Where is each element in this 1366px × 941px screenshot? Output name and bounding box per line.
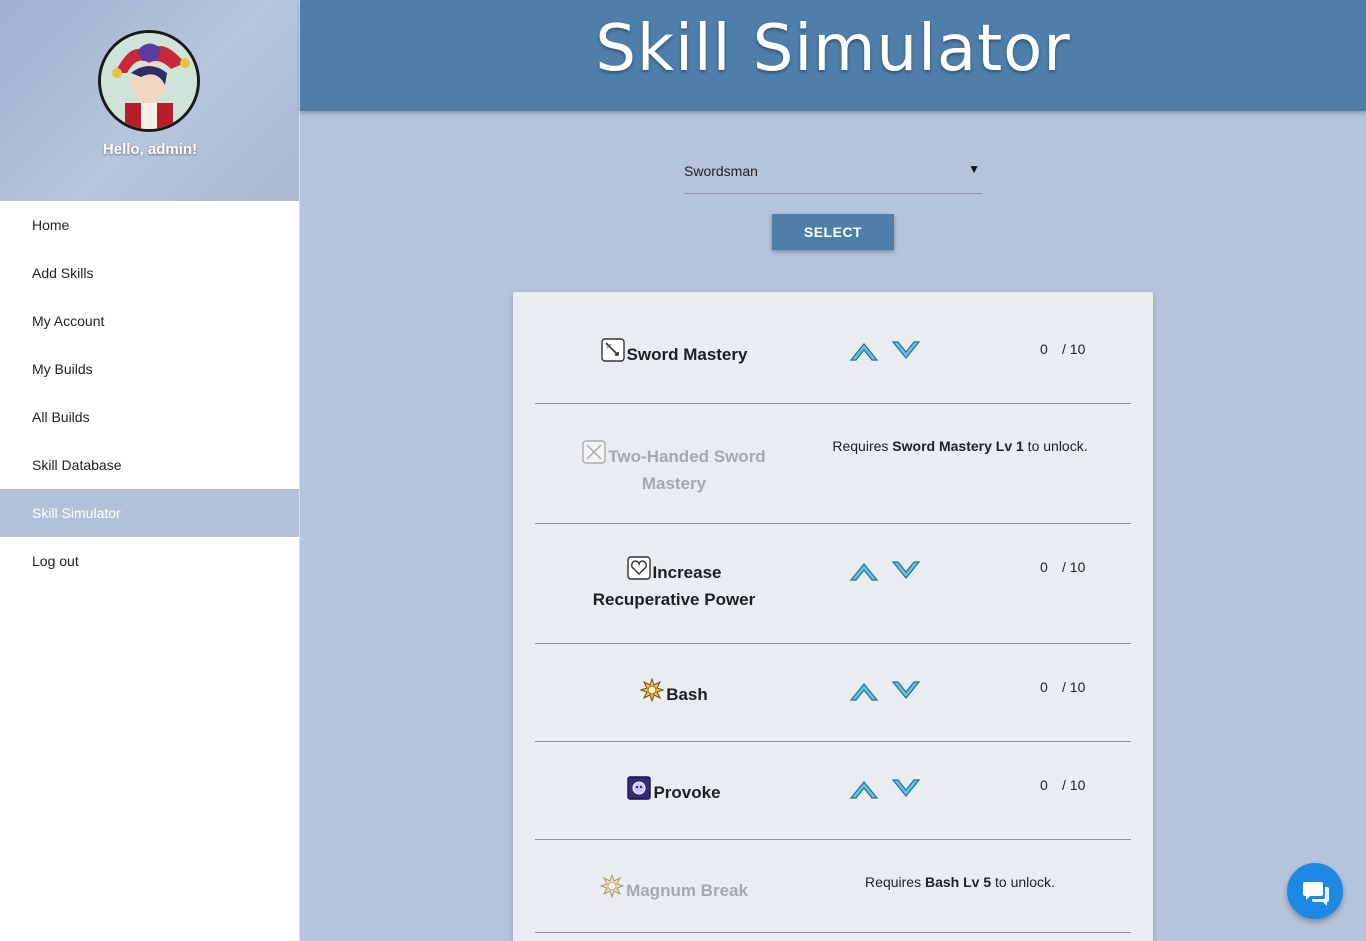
- level-controls: [849, 336, 925, 366]
- skill-name: Bash: [551, 678, 797, 708]
- sidebar-item-skill-simulator[interactable]: Skill Simulator: [0, 489, 299, 537]
- sidebar-item-skill-database[interactable]: Skill Database: [0, 441, 299, 489]
- level-up-arrow-icon[interactable]: [849, 676, 879, 706]
- level-controls: [849, 774, 925, 804]
- skill-row: Bash 0 / 10: [535, 644, 1131, 742]
- skill-level-max: / 10: [1062, 679, 1086, 695]
- skill-level-current: 0: [1040, 679, 1048, 695]
- skill-level-current: 0: [1040, 341, 1048, 357]
- level-controls: [849, 556, 925, 586]
- sidebar-item-my-builds[interactable]: My Builds: [0, 345, 299, 393]
- profile-banner: Hello, admin!: [0, 0, 299, 201]
- sidebar: Hello, admin! Home Add Skills My Account…: [0, 0, 300, 941]
- sidebar-item-home[interactable]: Home: [0, 201, 299, 249]
- sidebar-item-my-account[interactable]: My Account: [0, 297, 299, 345]
- sword-mastery-icon: [600, 338, 625, 362]
- skill-level-max: / 10: [1062, 341, 1086, 357]
- class-select-value: Swordsman: [684, 163, 758, 179]
- select-button[interactable]: SELECT: [772, 214, 894, 250]
- sidebar-item-add-skills[interactable]: Add Skills: [0, 249, 299, 297]
- skill-row: Provoke 0 / 10: [535, 742, 1131, 840]
- sidebar-item-all-builds[interactable]: All Builds: [0, 393, 299, 441]
- skill-name: Two-Handed Sword Mastery: [551, 440, 797, 497]
- bash-icon: [640, 678, 665, 702]
- greeting-text: Hello, admin!: [102, 141, 198, 158]
- level-up-arrow-icon[interactable]: [849, 556, 879, 586]
- skill-name: Increase Recuperative Power: [551, 556, 797, 613]
- sidebar-item-log-out[interactable]: Log out: [0, 537, 299, 585]
- skill-level: 0 / 10: [1040, 679, 1120, 695]
- level-down-arrow-icon[interactable]: [891, 336, 921, 366]
- skill-row-locked: Magnum Break Requires Bash Lv 5 to unloc…: [535, 840, 1131, 933]
- skill-name: Magnum Break: [551, 874, 797, 904]
- dropdown-arrow-icon: ▼: [968, 162, 980, 176]
- skill-row: Increase Recuperative Power 0 / 10: [535, 524, 1131, 644]
- magnum-break-icon: [600, 874, 625, 898]
- class-select[interactable]: Swordsman ▼: [684, 158, 982, 194]
- skill-level: 0 / 10: [1040, 341, 1120, 357]
- level-up-arrow-icon[interactable]: [849, 774, 879, 804]
- skill-name: Sword Mastery: [551, 338, 797, 368]
- unlock-requirement: Requires Sword Mastery Lv 1 to unlock.: [832, 438, 1088, 454]
- skills-card: Sword Mastery 0 / 10 Two-Handed Sword Mast…: [513, 292, 1153, 941]
- skill-level-current: 0: [1040, 777, 1048, 793]
- chat-button[interactable]: [1287, 863, 1343, 919]
- level-down-arrow-icon[interactable]: [891, 556, 921, 586]
- level-down-arrow-icon[interactable]: [891, 676, 921, 706]
- skill-level-max: / 10: [1062, 559, 1086, 575]
- skill-level: 0 / 10: [1040, 559, 1120, 575]
- level-controls: [849, 676, 925, 706]
- avatar: [98, 30, 200, 132]
- skill-level-current: 0: [1040, 559, 1048, 575]
- skill-row: Sword Mastery 0 / 10: [535, 292, 1131, 404]
- sidebar-nav: Home Add Skills My Account My Builds All…: [0, 201, 299, 585]
- skill-row-locked: Two-Handed Sword Mastery Requires Sword M…: [535, 404, 1131, 524]
- increase-recuperative-power-icon: [626, 556, 651, 580]
- provoke-icon: [627, 776, 652, 800]
- chat-icon: [1303, 882, 1329, 906]
- skill-name: Provoke: [551, 776, 797, 806]
- skill-level-max: / 10: [1062, 777, 1086, 793]
- two-handed-sword-mastery-icon: [582, 440, 606, 464]
- page-header: Skill Simulator: [300, 0, 1366, 111]
- skill-level: 0 / 10: [1040, 777, 1120, 793]
- page-title: Skill Simulator: [595, 12, 1071, 86]
- level-up-arrow-icon[interactable]: [849, 336, 879, 366]
- unlock-requirement: Requires Bash Lv 5 to unlock.: [865, 874, 1055, 890]
- level-down-arrow-icon[interactable]: [891, 774, 921, 804]
